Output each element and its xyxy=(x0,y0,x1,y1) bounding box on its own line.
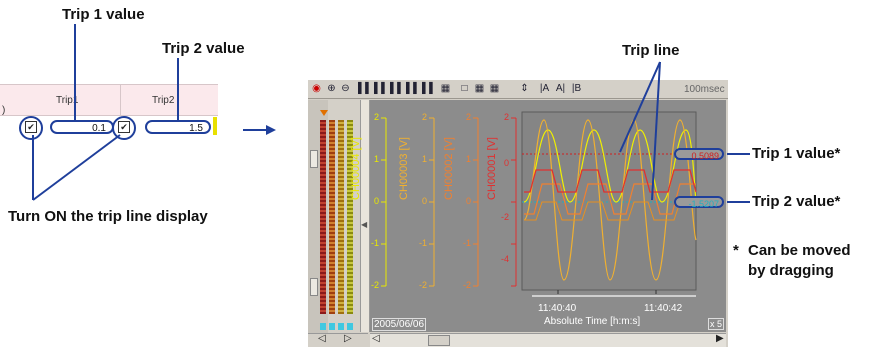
right-callout-lines xyxy=(619,61,750,203)
